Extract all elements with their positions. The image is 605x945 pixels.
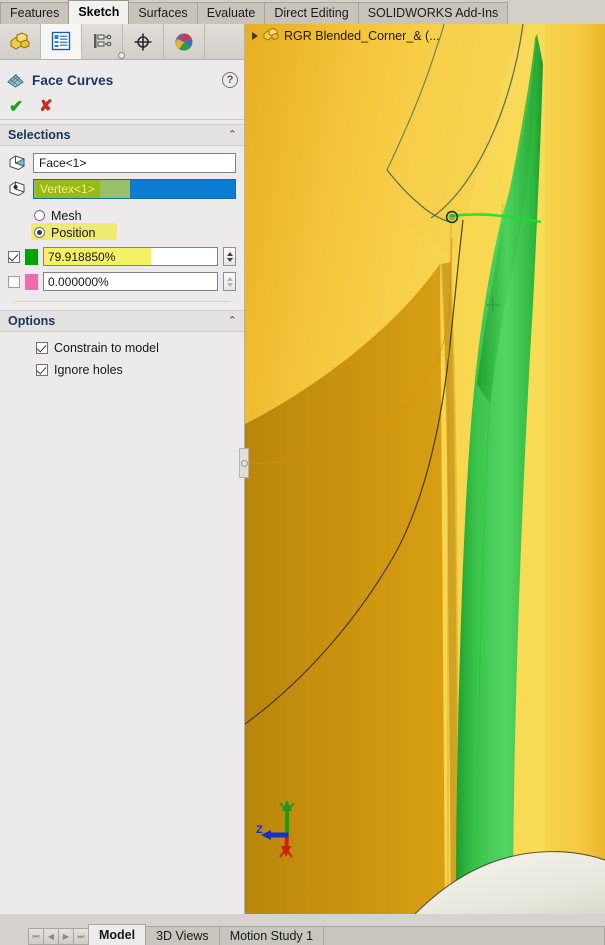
mesh-radio-button[interactable] — [34, 210, 45, 221]
second-curve-stepper[interactable] — [223, 272, 236, 291]
configuration-icon — [92, 32, 112, 52]
solidworks-window: Features Sketch Surfaces Evaluate Direct… — [0, 0, 605, 945]
page-title: Face Curves — [32, 73, 113, 88]
first-curve-value-row: 79.918850% — [8, 247, 236, 266]
selections-section-title: Selections — [8, 128, 71, 142]
selections-section-header[interactable]: Selections ⌃ — [0, 124, 244, 146]
constrain-to-model-row[interactable]: Constrain to model — [36, 339, 236, 357]
first-curve-value-field[interactable]: 79.918850% — [43, 247, 218, 266]
property-manager-panel: Face Curves ? ✔ ✘ Selections ⌃ Face<1> — [0, 24, 245, 914]
svg-text:Z: Z — [256, 824, 263, 836]
graphics-viewport[interactable]: RGR Blended_Corner_& (... Z — [245, 24, 605, 914]
options-section-header[interactable]: Options ⌃ — [0, 310, 244, 332]
constrain-to-model-label: Constrain to model — [54, 341, 159, 355]
cancel-button[interactable]: ✘ — [39, 99, 52, 115]
command-tab-solidworks-add-ins[interactable]: SOLIDWORKS Add-Ins — [358, 2, 509, 24]
tree-expand-arrow-icon[interactable] — [252, 32, 258, 40]
display-manager-tab[interactable] — [164, 24, 205, 59]
feature-manager-tab[interactable] — [0, 24, 41, 59]
property-manager-actions: ✔ ✘ — [0, 94, 244, 120]
face-selection-value: Face<1> — [39, 156, 86, 170]
first-curve-color-swatch — [25, 249, 38, 265]
options-section-title: Options — [8, 314, 55, 328]
panel-splitter-handle[interactable] — [239, 448, 249, 478]
command-tab-bar: Features Sketch Surfaces Evaluate Direct… — [0, 0, 605, 24]
bottom-tab-model[interactable]: Model — [88, 924, 146, 945]
property-manager-tab[interactable] — [41, 24, 82, 59]
command-tab-sketch[interactable]: Sketch — [68, 0, 129, 24]
first-curve-value: 79.918850% — [48, 250, 115, 264]
help-button[interactable]: ? — [222, 72, 238, 88]
second-curve-checkbox[interactable] — [8, 276, 20, 288]
command-tab-direct-editing[interactable]: Direct Editing — [264, 2, 358, 24]
position-radio-label: Position — [51, 226, 95, 240]
part-tree-icon — [9, 32, 31, 52]
color-sphere-icon — [174, 32, 194, 52]
configuration-manager-tab[interactable] — [82, 24, 123, 59]
first-curve-checkbox[interactable] — [8, 251, 20, 263]
vertex-selection-icon — [8, 180, 26, 198]
command-tab-surfaces[interactable]: Surfaces — [128, 2, 197, 24]
nav-last-button[interactable]: ⏭ — [73, 928, 89, 945]
face-selection-icon — [8, 154, 26, 172]
accept-button[interactable]: ✔ — [9, 98, 23, 115]
section-divider — [14, 301, 230, 302]
second-curve-value-row: 0.000000% — [8, 272, 236, 291]
tab-nav-buttons: ⏮ ◀ ▶ ⏭ — [28, 928, 88, 945]
position-radio-button[interactable] — [34, 227, 45, 238]
constrain-to-model-checkbox[interactable] — [36, 342, 48, 354]
ignore-holes-row[interactable]: Ignore holes — [36, 361, 236, 379]
mesh-radio-row[interactable]: Mesh — [34, 207, 236, 224]
part-document-icon — [263, 28, 279, 43]
ignore-holes-checkbox[interactable] — [36, 364, 48, 376]
bottom-tab-3d-views[interactable]: 3D Views — [145, 926, 220, 945]
vertex-selection-value: Vertex<1> — [35, 180, 100, 198]
model-render — [245, 24, 605, 914]
feature-tree-label: RGR Blended_Corner_& (... — [284, 29, 440, 43]
bottom-tab-bar: ⏮ ◀ ▶ ⏭ Model 3D Views Motion Study 1 — [0, 914, 605, 945]
property-manager-title-row: Face Curves ? — [0, 66, 244, 94]
ignore-holes-label: Ignore holes — [54, 363, 123, 377]
second-curve-color-swatch — [25, 274, 38, 290]
command-tab-evaluate[interactable]: Evaluate — [197, 2, 266, 24]
feature-tree-overlay[interactable]: RGR Blended_Corner_& (... — [249, 28, 440, 43]
second-curve-value: 0.000000% — [48, 275, 109, 289]
face-selection-row: Face<1> — [8, 153, 236, 173]
nav-next-button[interactable]: ▶ — [58, 928, 74, 945]
command-tab-features[interactable]: Features — [0, 2, 69, 24]
dimxpert-manager-tab[interactable] — [123, 24, 164, 59]
vertex-selection-row: Vertex<1> — [8, 179, 236, 199]
position-radio-row[interactable]: Position — [34, 224, 236, 241]
chevron-up-icon[interactable]: ⌃ — [228, 130, 237, 141]
nav-first-button[interactable]: ⏮ — [28, 928, 44, 945]
selections-section-body: Face<1> Vertex<1> Mesh — [0, 146, 244, 310]
coordinate-triad: Z — [255, 797, 311, 862]
bottom-tab-motion-study-1[interactable]: Motion Study 1 — [219, 926, 324, 945]
bottom-tab-filler — [323, 926, 605, 945]
property-list-icon — [51, 31, 71, 51]
second-curve-value-field[interactable]: 0.000000% — [43, 272, 218, 291]
panel-pin-button[interactable] — [118, 52, 125, 59]
mesh-radio-label: Mesh — [51, 209, 82, 223]
first-curve-stepper[interactable] — [223, 247, 236, 266]
nav-prev-button[interactable]: ◀ — [43, 928, 59, 945]
manager-tab-filler — [205, 24, 244, 59]
vertex-selection-field[interactable]: Vertex<1> — [33, 179, 236, 199]
chevron-up-icon-options[interactable]: ⌃ — [228, 316, 237, 327]
crosshair-target-icon — [133, 32, 153, 52]
face-curves-mesh-icon — [6, 72, 25, 89]
face-selection-field[interactable]: Face<1> — [33, 153, 236, 173]
options-section-body: Constrain to model Ignore holes — [0, 332, 244, 387]
